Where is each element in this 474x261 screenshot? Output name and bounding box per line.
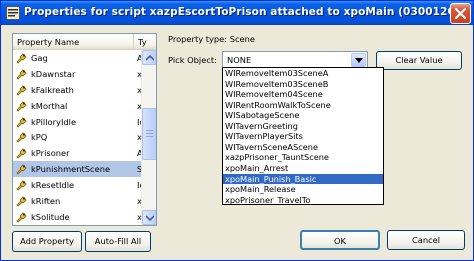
arrow-up-icon [146, 55, 154, 61]
vertical-scrollbar[interactable] [141, 50, 156, 225]
dropdown-option[interactable]: xpoMain_Arrest [223, 163, 383, 174]
close-button[interactable] [450, 3, 471, 24]
property-icon [16, 148, 27, 159]
auto-fill-all-button[interactable]: Auto-Fill All [85, 231, 151, 252]
dropdown-option[interactable]: xpoPrisoner_TravelTo [223, 195, 383, 204]
ok-button[interactable]: OK [300, 230, 380, 250]
property-row[interactable]: kFalkreathxa [13, 82, 143, 98]
property-name: kPilloryIdle [31, 116, 77, 127]
dropdown-option[interactable]: xazpPrisoner_TauntScene [223, 152, 383, 163]
property-icon [16, 164, 27, 175]
dropdown-option[interactable]: WIRemoveItem04Scene [223, 89, 383, 100]
chevron-down-icon [355, 58, 363, 63]
property-row[interactable]: kMorthalxa [13, 98, 143, 114]
dropdown-option[interactable]: WITavernPlayerSits [223, 131, 383, 142]
column-header-type[interactable]: Ty [134, 34, 156, 49]
dropdown-option[interactable]: WITavernGreeting [223, 121, 383, 132]
pick-object-value: NONE [227, 55, 252, 65]
property-name: kFalkreath [31, 84, 74, 95]
dropdown-option[interactable]: WITavernSceneAScene [223, 142, 383, 153]
property-row[interactable]: kSolitudexa [13, 209, 143, 225]
property-name: kSolitude [31, 211, 70, 222]
property-rows: GagArkDawnstarxakFalkreathxakMorthalxakP… [13, 50, 143, 226]
dropdown-option[interactable]: xpoMain_Punish_Basic [223, 173, 383, 185]
property-row[interactable]: kResetIdleId [13, 177, 143, 193]
add-property-button[interactable]: Add Property [12, 231, 82, 252]
property-row[interactable]: kDawnstarxa [13, 66, 143, 82]
close-icon [455, 8, 466, 19]
pick-object-dropdown-list[interactable]: WIRemoveItem03SceneA WIRemoveItem03SceneB… [222, 67, 384, 205]
property-icon [16, 53, 27, 64]
property-icon [16, 85, 27, 96]
property-name: kMorthal [31, 100, 68, 111]
dropdown-option[interactable]: WIRemoveItem03SceneA [223, 68, 383, 79]
column-header-property-name[interactable]: Property Name [13, 34, 134, 49]
property-icon [16, 180, 27, 191]
property-type-label: Property type: Scene [168, 34, 256, 44]
dropdown-option[interactable]: xpoMain_Release [223, 184, 383, 195]
property-list[interactable]: Property Name Ty GagArkDawnstarxakFalkre… [12, 33, 157, 226]
property-row[interactable]: GagAr [13, 50, 143, 66]
dropdown-option[interactable]: WISabotageScene [223, 110, 383, 121]
property-icon [16, 196, 27, 207]
property-row[interactable]: kPQxa [13, 129, 143, 145]
dropdown-option[interactable]: WIRemoveItem03SceneB [223, 79, 383, 90]
property-icon [16, 116, 27, 128]
window-title: Properties for script xazpEscortToPrison… [24, 6, 468, 18]
scroll-thumb[interactable] [142, 108, 156, 160]
property-name: kDawnstar [31, 68, 76, 79]
combobox-dropdown-button[interactable] [351, 53, 366, 67]
clear-value-button[interactable]: Clear Value [376, 51, 462, 70]
property-row[interactable]: kPunishmentSceneSc [13, 161, 143, 178]
dropdown-option[interactable]: WIRentRoomWalkToScene [223, 100, 383, 111]
property-name: kPrisoner [31, 148, 70, 159]
property-row[interactable]: kWhiterunxa [13, 225, 141, 226]
properties-dialog: Properties for script xazpEscortToPrison… [0, 0, 474, 261]
cancel-button[interactable]: Cancel [387, 230, 465, 250]
scroll-down-button[interactable] [142, 210, 156, 225]
pick-object-label: Pick Object: [168, 55, 217, 65]
property-row[interactable]: kRiftenxa [13, 193, 143, 209]
property-name: kResetIdle [31, 180, 75, 191]
list-header: Property Name Ty [13, 34, 156, 50]
property-row[interactable]: kPrisonerAc [13, 145, 143, 161]
property-name: kRiften [31, 196, 61, 207]
property-icon [16, 101, 27, 112]
property-icon [16, 212, 27, 223]
property-name: kPQ [31, 132, 48, 143]
property-name: Gag [31, 53, 48, 63]
property-name: kPunishmentScene [31, 164, 111, 175]
app-icon [6, 6, 20, 20]
property-icon [16, 132, 27, 144]
arrow-down-icon [146, 215, 154, 221]
property-icon [16, 69, 27, 80]
scroll-up-button[interactable] [142, 50, 156, 65]
title-bar[interactable]: Properties for script xazpEscortToPrison… [1, 1, 473, 25]
property-row[interactable]: kPilloryIdleId [13, 114, 143, 130]
